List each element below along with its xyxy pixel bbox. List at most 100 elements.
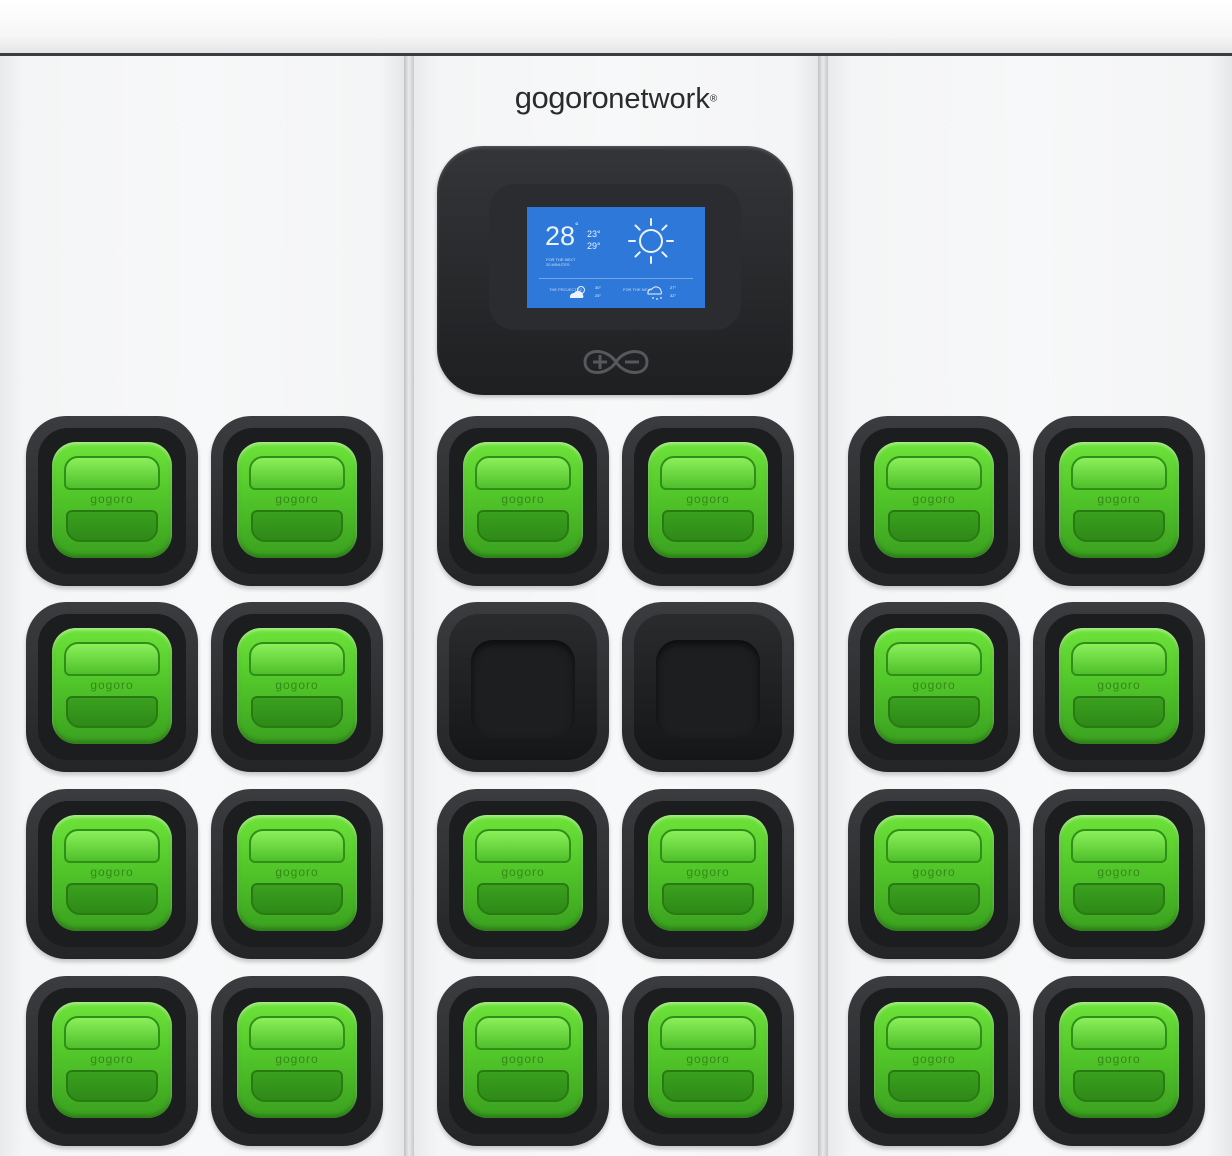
battery-brand-mark: gogoro <box>1097 678 1141 692</box>
battery-pack[interactable]: gogoro <box>463 442 583 558</box>
battery-slot[interactable]: gogoro <box>26 789 198 959</box>
battery-slot[interactable]: gogoro <box>1033 976 1205 1146</box>
battery-brand-mark: gogoro <box>275 865 319 879</box>
battery-handle[interactable] <box>249 1016 345 1050</box>
empty-battery-slot[interactable] <box>437 602 609 772</box>
battery-slot[interactable]: gogoro <box>26 416 198 586</box>
battery-slot[interactable]: gogoro <box>622 416 794 586</box>
battery-handle[interactable] <box>660 829 756 863</box>
battery-slot[interactable]: gogoro <box>211 602 383 772</box>
forecast-note-line2: 20 MINUTES <box>546 262 570 267</box>
battery-slot[interactable]: gogoro <box>848 416 1020 586</box>
battery-pack[interactable]: gogoro <box>237 1002 357 1118</box>
battery-brand-mark: gogoro <box>912 865 956 879</box>
battery-pack[interactable]: gogoro <box>648 1002 768 1118</box>
battery-slot[interactable]: gogoro <box>26 976 198 1146</box>
battery-pack[interactable]: gogoro <box>52 815 172 931</box>
forecast-right-temp1: 27° <box>670 285 677 290</box>
battery-handle[interactable] <box>249 456 345 490</box>
battery-grip <box>66 510 158 542</box>
battery-pack[interactable]: gogoro <box>52 628 172 744</box>
battery-handle[interactable] <box>1071 1016 1167 1050</box>
sun-cloud-icon <box>569 286 585 298</box>
weather-touchscreen[interactable]: 28° 23° 29° FOR THE NEXT 20 MINUTES THE … <box>527 207 705 308</box>
empty-slot-cavity <box>471 640 575 738</box>
battery-slot[interactable]: gogoro <box>1033 602 1205 772</box>
battery-pack[interactable]: gogoro <box>52 1002 172 1118</box>
battery-handle[interactable] <box>886 1016 982 1050</box>
plus-minus-infinity-logo-icon <box>583 350 649 374</box>
screen-divider <box>539 278 693 279</box>
battery-slot[interactable]: gogoro <box>848 976 1020 1146</box>
battery-pack[interactable]: gogoro <box>874 442 994 558</box>
battery-handle[interactable] <box>1071 642 1167 676</box>
brand-name-gogoro: gogoro <box>514 80 609 115</box>
battery-grip <box>251 510 343 542</box>
battery-pack[interactable]: gogoro <box>237 628 357 744</box>
battery-pack[interactable]: gogoro <box>1059 815 1179 931</box>
battery-slot[interactable]: gogoro <box>848 789 1020 959</box>
rain-cloud-icon <box>647 286 662 300</box>
battery-handle[interactable] <box>64 456 160 490</box>
battery-brand-mark: gogoro <box>90 492 134 506</box>
battery-grip <box>477 883 569 915</box>
battery-pack[interactable]: gogoro <box>874 1002 994 1118</box>
battery-pack[interactable]: gogoro <box>648 442 768 558</box>
battery-pack[interactable]: gogoro <box>463 1002 583 1118</box>
battery-brand-mark: gogoro <box>275 1052 319 1066</box>
battery-pack[interactable]: gogoro <box>52 442 172 558</box>
battery-handle[interactable] <box>886 642 982 676</box>
battery-handle[interactable] <box>886 829 982 863</box>
battery-handle[interactable] <box>475 456 571 490</box>
battery-handle[interactable] <box>660 1016 756 1050</box>
battery-pack[interactable]: gogoro <box>1059 1002 1179 1118</box>
sun-icon <box>628 218 674 264</box>
battery-brand-mark: gogoro <box>686 865 730 879</box>
battery-slot[interactable]: gogoro <box>211 976 383 1146</box>
battery-handle[interactable] <box>886 456 982 490</box>
battery-pack[interactable]: gogoro <box>874 815 994 931</box>
battery-pack[interactable]: gogoro <box>237 442 357 558</box>
empty-slot-cavity <box>656 640 760 738</box>
battery-grip <box>66 696 158 728</box>
empty-battery-slot[interactable] <box>622 602 794 772</box>
battery-handle[interactable] <box>64 1016 160 1050</box>
panel-seam <box>404 56 414 1156</box>
battery-brand-mark: gogoro <box>912 492 956 506</box>
battery-slot[interactable]: gogoro <box>848 602 1020 772</box>
battery-slot[interactable]: gogoro <box>211 789 383 959</box>
battery-handle[interactable] <box>64 642 160 676</box>
battery-slot[interactable]: gogoro <box>437 789 609 959</box>
battery-brand-mark: gogoro <box>1097 1052 1141 1066</box>
battery-pack[interactable]: gogoro <box>648 815 768 931</box>
battery-grip <box>251 883 343 915</box>
battery-handle[interactable] <box>660 456 756 490</box>
battery-grip <box>477 510 569 542</box>
temperature-low: 29° <box>587 241 601 251</box>
battery-slot[interactable]: gogoro <box>1033 789 1205 959</box>
battery-slot[interactable]: gogoro <box>1033 416 1205 586</box>
battery-slot[interactable]: gogoro <box>437 416 609 586</box>
battery-handle[interactable] <box>475 1016 571 1050</box>
battery-slot[interactable]: gogoro <box>211 416 383 586</box>
battery-slot[interactable]: gogoro <box>622 976 794 1146</box>
battery-pack[interactable]: gogoro <box>463 815 583 931</box>
battery-handle[interactable] <box>249 642 345 676</box>
kiosk-display-unit: 28° 23° 29° FOR THE NEXT 20 MINUTES THE … <box>437 146 793 395</box>
battery-grip <box>662 1070 754 1102</box>
battery-handle[interactable] <box>64 829 160 863</box>
battery-grip <box>66 1070 158 1102</box>
battery-slot[interactable]: gogoro <box>437 976 609 1146</box>
battery-brand-mark: gogoro <box>912 678 956 692</box>
battery-pack[interactable]: gogoro <box>237 815 357 931</box>
battery-pack[interactable]: gogoro <box>1059 442 1179 558</box>
battery-handle[interactable] <box>1071 829 1167 863</box>
battery-slot[interactable]: gogoro <box>622 789 794 959</box>
battery-handle[interactable] <box>475 829 571 863</box>
battery-handle[interactable] <box>1071 456 1167 490</box>
battery-slot[interactable]: gogoro <box>26 602 198 772</box>
battery-handle[interactable] <box>249 829 345 863</box>
battery-grip <box>888 1070 980 1102</box>
battery-pack[interactable]: gogoro <box>1059 628 1179 744</box>
battery-pack[interactable]: gogoro <box>874 628 994 744</box>
